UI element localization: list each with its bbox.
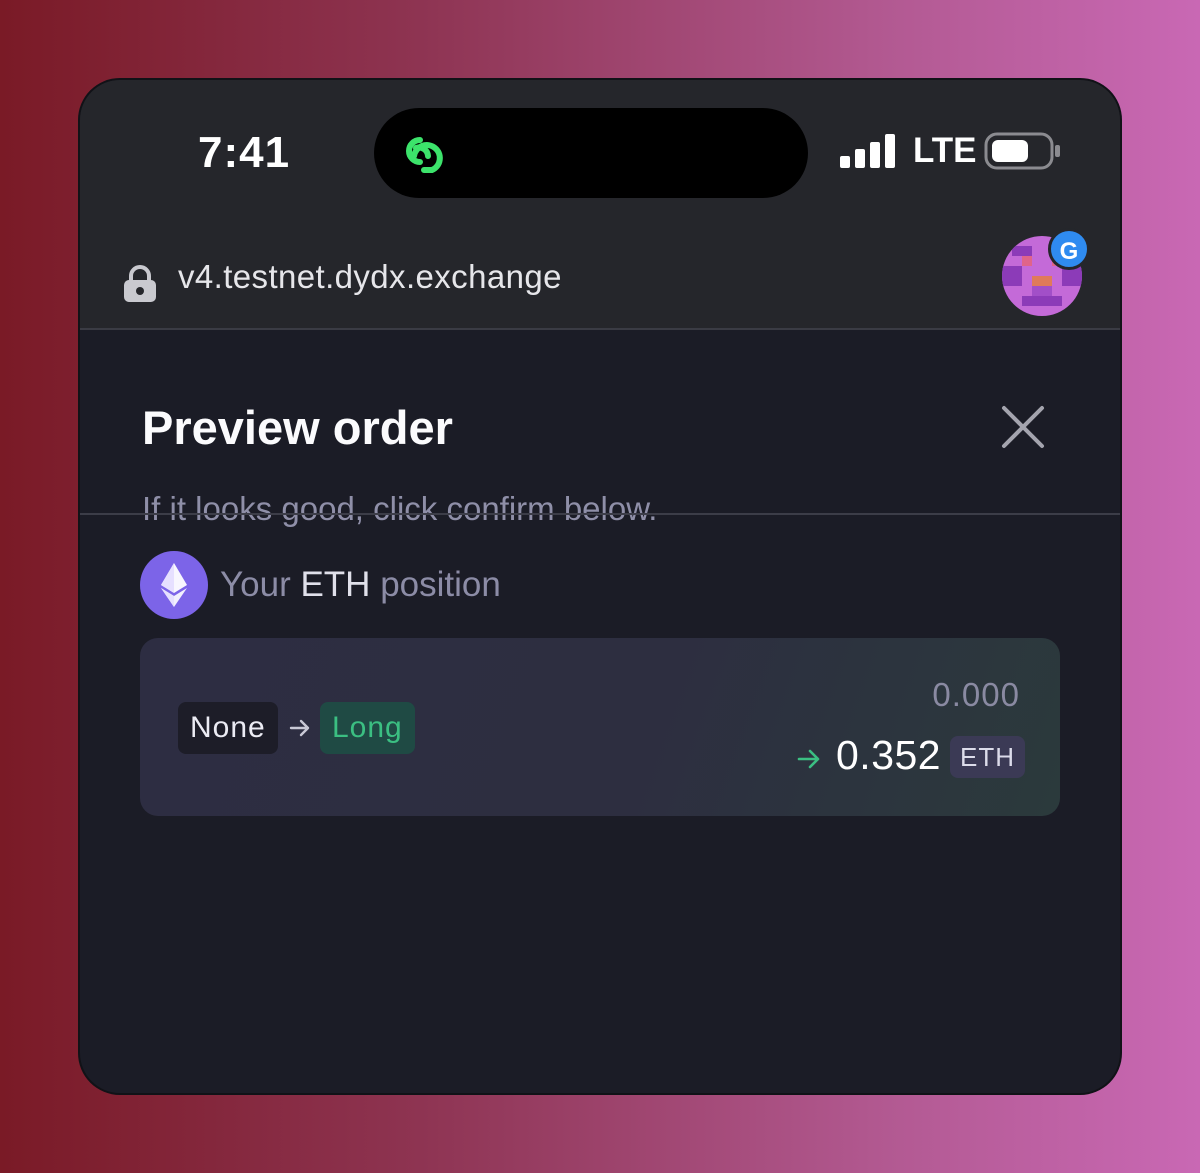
google-account-badge: G — [1048, 228, 1090, 270]
close-icon[interactable] — [1000, 404, 1046, 450]
side-to-badge: Long — [320, 702, 415, 754]
address-bar-divider — [80, 328, 1120, 330]
size-unit-badge: ETH — [950, 736, 1025, 778]
url-text[interactable]: v4.testnet.dydx.exchange — [178, 258, 562, 296]
position-header: Your ETH position — [140, 551, 501, 619]
arrow-right-icon — [797, 749, 820, 769]
size-to-value: 0.352 — [836, 732, 942, 778]
side-from-badge: None — [178, 702, 278, 754]
network-type: LTE — [913, 131, 977, 170]
link-chain-icon — [406, 137, 443, 173]
phone-frame: 7:41 LTE v4.testnet.dydx.exchange G Prev… — [80, 80, 1120, 1093]
position-change-card: None Long 0.000 0.352 ETH — [140, 638, 1060, 816]
position-asset: ETH — [300, 565, 371, 604]
cellular-signal-icon — [840, 134, 895, 168]
dynamic-island — [374, 108, 808, 198]
eth-logo-icon — [140, 551, 208, 619]
position-label-suffix: position — [380, 565, 501, 604]
status-time: 7:41 — [198, 128, 291, 177]
position-label-prefix: Your — [220, 565, 291, 604]
browser-top-bar: 7:41 LTE v4.testnet.dydx.exchange — [80, 80, 1120, 328]
size-from-value: 0.000 — [932, 676, 1020, 713]
modal-subtitle: If it looks good, click confirm below. — [142, 490, 658, 527]
lock-icon — [124, 265, 156, 302]
modal-title: Preview order — [142, 401, 453, 454]
modal-divider — [80, 513, 1120, 515]
battery-icon — [984, 132, 1060, 170]
address-bar[interactable]: v4.testnet.dydx.exchange — [80, 230, 1120, 328]
position-label: Your ETH position — [220, 565, 501, 605]
arrow-right-icon — [289, 719, 310, 737]
